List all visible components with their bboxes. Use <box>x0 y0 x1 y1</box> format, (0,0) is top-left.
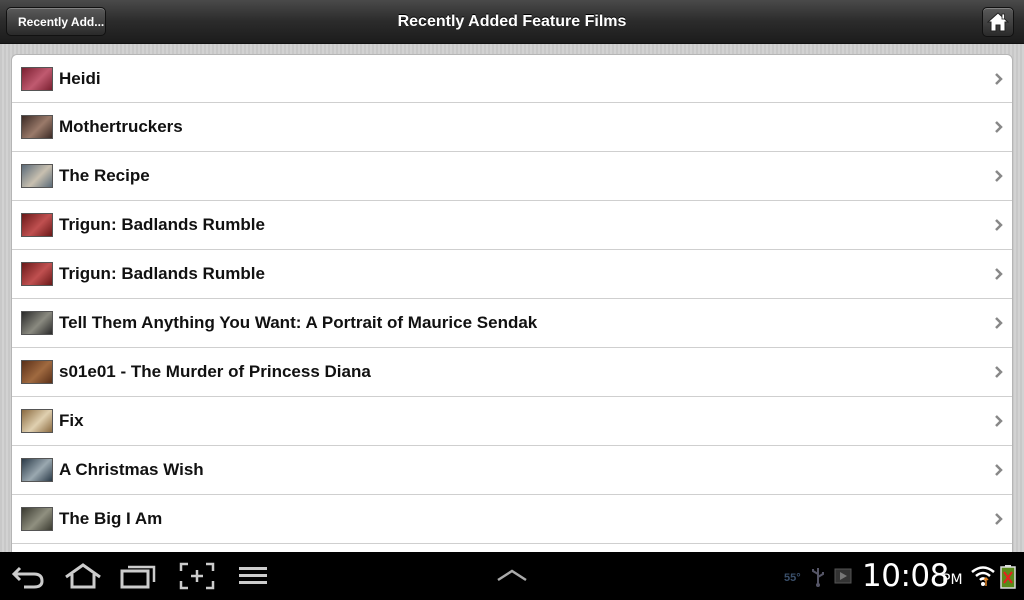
top-toolbar: Recently Add... Recently Added Feature F… <box>0 0 1024 44</box>
film-title: Trigun: Badlands Rumble <box>59 264 265 283</box>
film-thumbnail <box>21 164 53 188</box>
film-thumbnail <box>21 409 53 433</box>
home-nav-icon[interactable] <box>63 562 103 590</box>
back-button-label: Recently Add... <box>18 14 105 29</box>
film-list-item[interactable]: Trigun: Badlands Rumble <box>12 250 1012 299</box>
content-area: Heidi Mothertruckers The Recipe Trigun: Bad… <box>0 44 1024 552</box>
chevron-right-icon <box>995 366 1003 378</box>
screenshot-icon[interactable] <box>179 562 215 590</box>
film-title: Mothertruckers <box>59 117 183 136</box>
chevron-right-icon <box>995 415 1003 427</box>
chevron-right-icon <box>995 464 1003 476</box>
film-list-item[interactable]: Trigun: Badlands Rumble <box>12 201 1012 250</box>
chevron-right-icon <box>995 170 1003 182</box>
chevron-right-icon <box>995 121 1003 133</box>
chevron-right-icon <box>995 317 1003 329</box>
film-list-item[interactable]: The Big I Am <box>12 495 1012 544</box>
film-list-item[interactable]: Mothertruckers <box>12 103 1012 152</box>
page-title: Recently Added Feature Films <box>397 13 627 30</box>
chevron-up-icon[interactable] <box>496 568 528 582</box>
film-list-item[interactable]: s01e01 - The Murder of Princess Diana <box>12 348 1012 397</box>
menu-icon[interactable] <box>238 564 268 588</box>
usb-icon <box>812 568 824 587</box>
film-thumbnail <box>21 311 53 335</box>
media-play-icon <box>834 568 852 584</box>
film-thumbnail <box>21 360 53 384</box>
film-list-item[interactable]: A Christmas Wish <box>12 446 1012 495</box>
film-thumbnail <box>21 213 53 237</box>
film-title: The Recipe <box>59 166 150 185</box>
film-title: Trigun: Badlands Rumble <box>59 215 265 234</box>
chevron-right-icon <box>995 513 1003 525</box>
film-title: Heidi <box>59 68 101 88</box>
film-list-item[interactable]: Fix <box>12 397 1012 446</box>
chevron-right-icon <box>995 268 1003 280</box>
film-list-item-partial[interactable] <box>12 544 1012 552</box>
back-nav-icon[interactable] <box>10 562 46 590</box>
film-thumbnail <box>21 458 53 482</box>
film-thumbnail <box>21 115 53 139</box>
home-button[interactable] <box>982 7 1014 37</box>
film-title: The Big I Am <box>59 509 163 528</box>
chevron-right-icon <box>995 72 1003 85</box>
film-thumbnail <box>21 262 53 286</box>
film-title: s01e01 - The Murder of Princess Diana <box>59 362 371 381</box>
film-title: Fix <box>59 411 84 430</box>
film-thumbnail <box>21 507 53 531</box>
home-icon <box>987 12 1009 32</box>
system-navigation-bar: 55° 10:08 PM <box>0 552 1024 600</box>
film-list-item[interactable]: Tell Them Anything You Want: A Portrait … <box>12 299 1012 348</box>
film-title: Tell Them Anything You Want: A Portrait … <box>59 313 538 332</box>
temperature-indicator: 55° <box>784 572 801 584</box>
clock-time: 10:08 <box>862 558 949 594</box>
film-thumbnail <box>21 66 53 91</box>
clock-ampm: PM <box>942 572 963 588</box>
recent-apps-icon[interactable] <box>120 562 158 590</box>
chevron-right-icon <box>995 219 1003 231</box>
wifi-icon <box>971 566 995 586</box>
film-list-item[interactable]: Heidi <box>12 55 1012 103</box>
film-list: Heidi Mothertruckers The Recipe Trigun: Bad… <box>11 54 1013 552</box>
film-title: A Christmas Wish <box>59 460 204 479</box>
battery-icon <box>1000 565 1016 589</box>
film-list-item[interactable]: The Recipe <box>12 152 1012 201</box>
